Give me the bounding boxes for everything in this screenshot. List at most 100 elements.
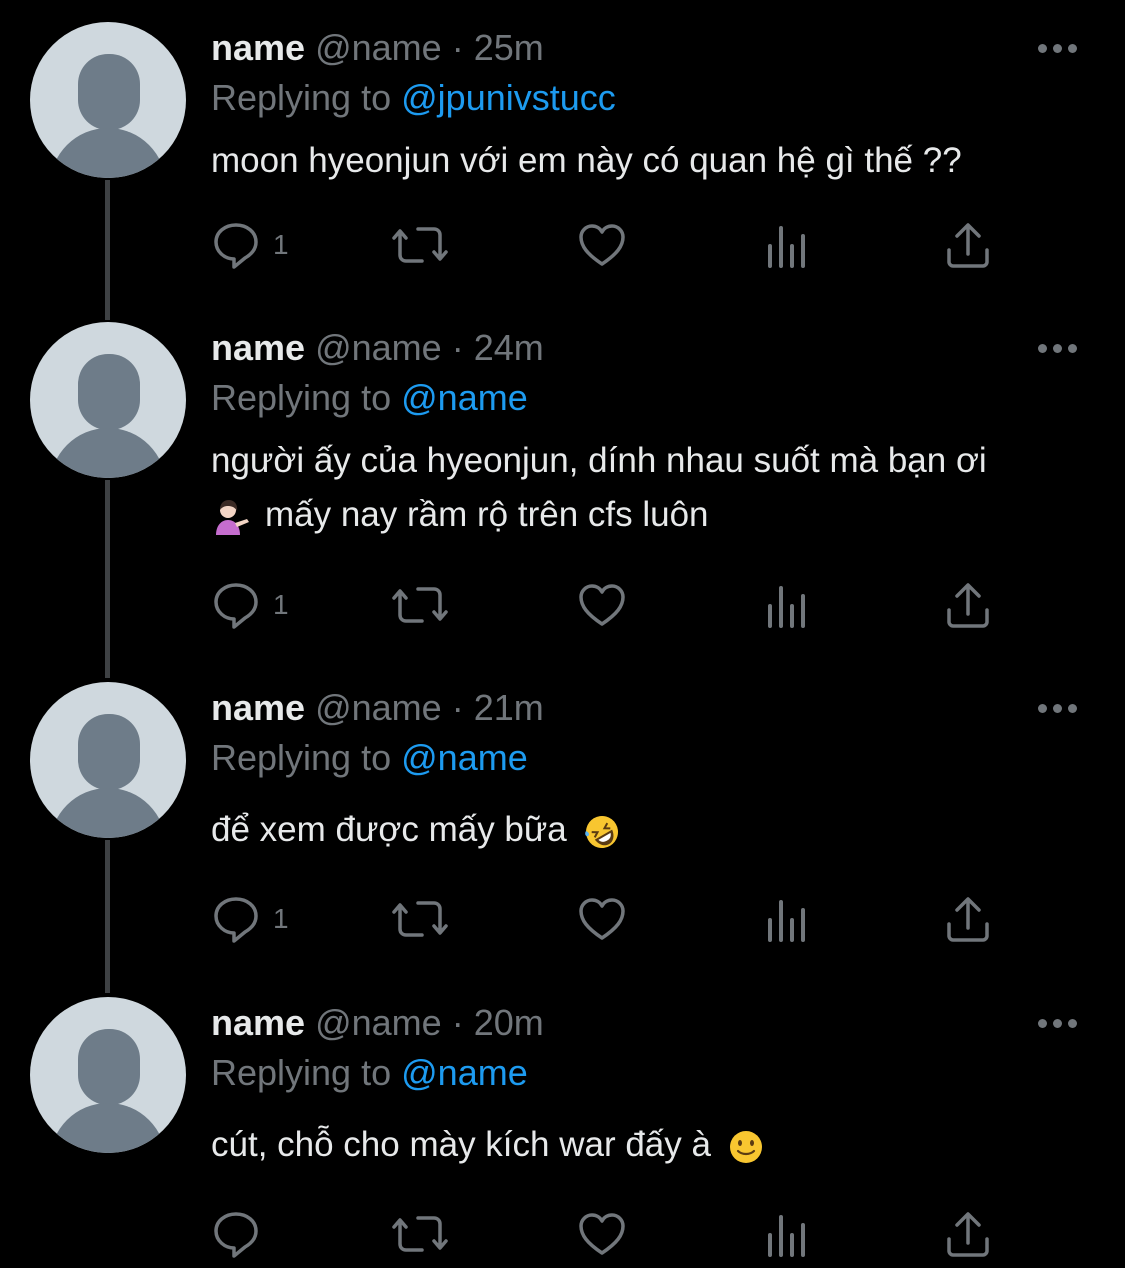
separator-dot: · bbox=[451, 1002, 464, 1043]
like-button[interactable] bbox=[577, 220, 627, 270]
mention-link[interactable]: @name bbox=[401, 1052, 528, 1093]
views-button[interactable] bbox=[765, 894, 809, 944]
heart-icon bbox=[579, 1213, 625, 1255]
heart-icon bbox=[579, 898, 625, 940]
retweet-button[interactable] bbox=[391, 1209, 449, 1259]
replying-to-label: Replying to bbox=[211, 77, 392, 118]
speech-bubble-icon bbox=[214, 583, 258, 629]
person-tipping-hand-emoji-icon bbox=[216, 499, 249, 535]
retweet-button[interactable] bbox=[391, 580, 449, 630]
retweet-icon bbox=[392, 901, 448, 937]
tweet-header: name @name · 25m bbox=[211, 26, 544, 70]
tweet-text-line: cút, chỗ cho mày kích war đấy à bbox=[211, 1125, 711, 1164]
avatar[interactable] bbox=[30, 997, 186, 1153]
reply-count: 1 bbox=[273, 903, 289, 934]
views-button[interactable] bbox=[765, 1209, 809, 1259]
reply-button[interactable]: 1 bbox=[211, 220, 289, 270]
share-icon bbox=[947, 1212, 989, 1257]
slightly-smiling-face-emoji-icon bbox=[729, 1130, 762, 1163]
share-button[interactable] bbox=[945, 580, 991, 630]
retweet-icon bbox=[392, 1216, 448, 1252]
timestamp[interactable]: 21m bbox=[474, 687, 544, 728]
tweet[interactable]: name @name · 25m Replying to @jpunivstuc… bbox=[0, 0, 1125, 300]
reply-button[interactable]: 1 bbox=[211, 894, 289, 944]
mention-link[interactable]: @name bbox=[401, 737, 528, 778]
share-button[interactable] bbox=[945, 894, 991, 944]
reply-count: 1 bbox=[273, 589, 289, 620]
timestamp[interactable]: 24m bbox=[474, 327, 544, 368]
tweet[interactable]: name @name · 20m Replying to @name cút, … bbox=[0, 975, 1125, 1268]
bar-chart-icon bbox=[768, 1215, 805, 1257]
avatar[interactable] bbox=[30, 682, 186, 838]
tweet-text: người ấy của hyeonjun, dính nhau suốt mà… bbox=[211, 434, 1091, 542]
tweet-text: moon hyeonjun với em này có quan hệ gì t… bbox=[211, 134, 1091, 188]
tweet-text-line: để xem được mấy bữa bbox=[211, 810, 567, 849]
more-dots-icon[interactable] bbox=[1038, 338, 1088, 358]
replying-to-line: Replying to @name bbox=[211, 736, 528, 780]
replying-to-label: Replying to bbox=[211, 377, 392, 418]
speech-bubble-icon bbox=[214, 897, 258, 943]
timestamp[interactable]: 25m bbox=[474, 27, 544, 68]
replying-to-label: Replying to bbox=[211, 1052, 392, 1093]
mention-link[interactable]: @jpunivstucc bbox=[401, 77, 616, 118]
tweet-text: để xem được mấy bữa bbox=[211, 803, 1091, 857]
like-button[interactable] bbox=[577, 1209, 627, 1259]
share-button[interactable] bbox=[945, 1209, 991, 1259]
display-name[interactable]: name bbox=[211, 1002, 305, 1043]
timestamp[interactable]: 20m bbox=[474, 1002, 544, 1043]
user-handle[interactable]: @name bbox=[315, 687, 442, 728]
speech-bubble-icon bbox=[214, 223, 258, 269]
reply-button[interactable]: 1 bbox=[211, 580, 289, 630]
retweet-button[interactable] bbox=[391, 220, 449, 270]
like-button[interactable] bbox=[577, 580, 627, 630]
tweet-text: cút, chỗ cho mày kích war đấy à bbox=[211, 1118, 1091, 1172]
avatar[interactable] bbox=[30, 322, 186, 478]
avatar[interactable] bbox=[30, 22, 186, 178]
user-handle[interactable]: @name bbox=[315, 27, 442, 68]
retweet-button[interactable] bbox=[391, 894, 449, 944]
bar-chart-icon bbox=[768, 226, 805, 268]
tweet[interactable]: name @name · 21m Replying to @name để xe… bbox=[0, 660, 1125, 975]
share-icon bbox=[947, 223, 989, 268]
tweet-header: name @name · 21m bbox=[211, 686, 544, 730]
tweet-header: name @name · 24m bbox=[211, 326, 544, 370]
user-handle[interactable]: @name bbox=[315, 327, 442, 368]
avatar-body-shape bbox=[50, 128, 166, 178]
more-dots-icon[interactable] bbox=[1038, 698, 1088, 718]
reply-count: 1 bbox=[273, 229, 289, 260]
more-dots-icon[interactable] bbox=[1038, 1013, 1088, 1033]
bar-chart-icon bbox=[768, 900, 805, 942]
avatar-head-shape bbox=[78, 714, 140, 790]
speech-bubble-icon bbox=[214, 1212, 258, 1258]
replying-to-line: Replying to @name bbox=[211, 1051, 528, 1095]
separator-dot: · bbox=[451, 27, 464, 68]
more-dots-icon[interactable] bbox=[1038, 38, 1088, 58]
tweet-text-line: mấy nay rầm rộ trên cfs luôn bbox=[265, 495, 709, 534]
avatar-head-shape bbox=[78, 54, 140, 130]
replying-to-label: Replying to bbox=[211, 737, 392, 778]
views-button[interactable] bbox=[765, 580, 809, 630]
avatar-body-shape bbox=[50, 428, 166, 478]
rolling-on-floor-laughing-emoji-icon bbox=[584, 815, 618, 848]
share-button[interactable] bbox=[945, 220, 991, 270]
separator-dot: · bbox=[451, 687, 464, 728]
replying-to-line: Replying to @jpunivstucc bbox=[211, 76, 616, 120]
display-name[interactable]: name bbox=[211, 687, 305, 728]
share-icon bbox=[947, 583, 989, 628]
like-button[interactable] bbox=[577, 894, 627, 944]
reply-thread: name @name · 25m Replying to @jpunivstuc… bbox=[0, 0, 1125, 1268]
views-button[interactable] bbox=[765, 220, 809, 270]
tweet-text-line: moon hyeonjun với em này có quan hệ gì t… bbox=[211, 141, 962, 180]
separator-dot: · bbox=[451, 327, 464, 368]
reply-button[interactable] bbox=[211, 1209, 273, 1259]
retweet-icon bbox=[392, 227, 448, 263]
heart-icon bbox=[579, 224, 625, 266]
avatar-body-shape bbox=[50, 788, 166, 838]
user-handle[interactable]: @name bbox=[315, 1002, 442, 1043]
display-name[interactable]: name bbox=[211, 327, 305, 368]
avatar-head-shape bbox=[78, 354, 140, 430]
mention-link[interactable]: @name bbox=[401, 377, 528, 418]
tweet[interactable]: name @name · 24m Replying to @name người… bbox=[0, 300, 1125, 660]
bar-chart-icon bbox=[768, 586, 805, 628]
display-name[interactable]: name bbox=[211, 27, 305, 68]
